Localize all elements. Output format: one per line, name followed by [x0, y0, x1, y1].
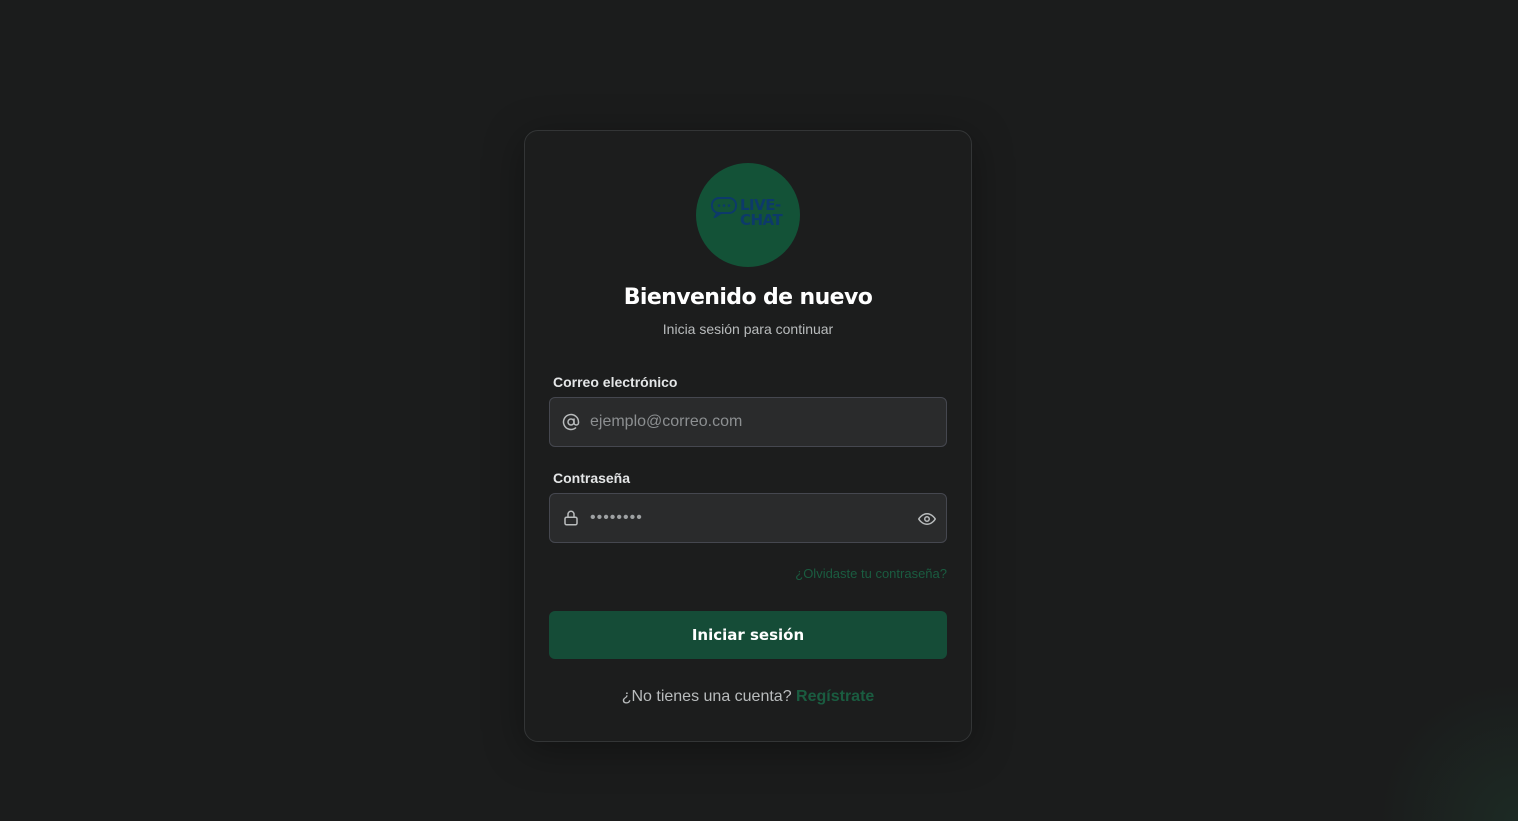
- signup-link[interactable]: Regístrate: [796, 688, 874, 705]
- email-field-wrapper: [549, 397, 947, 447]
- signup-prompt: ¿No tienes una cuenta? Regístrate: [525, 688, 971, 706]
- email-input[interactable]: [590, 398, 910, 446]
- app-logo: LIVE- CHAT: [696, 163, 800, 267]
- login-card: LIVE- CHAT Bienvenido de nuevo Inicia se…: [524, 130, 972, 742]
- chat-bubble-icon: [711, 197, 737, 218]
- password-input[interactable]: [590, 494, 910, 542]
- at-sign-icon: [562, 413, 580, 436]
- signup-prompt-text: ¿No tienes una cuenta?: [621, 688, 792, 705]
- email-label: Correo electrónico: [553, 374, 678, 390]
- page-title: Bienvenido de nuevo: [623, 285, 873, 310]
- page-subtitle: Inicia sesión para continuar: [662, 321, 834, 337]
- eye-icon[interactable]: [918, 510, 936, 533]
- logo-text-line2: CHAT: [740, 211, 783, 229]
- password-field-wrapper: [549, 493, 947, 543]
- password-label: Contraseña: [553, 470, 631, 486]
- lock-icon: [562, 509, 580, 532]
- forgot-password-link[interactable]: ¿Olvidaste tu contraseña?: [795, 566, 947, 581]
- logo-text: LIVE- CHAT: [740, 198, 783, 229]
- login-button[interactable]: Iniciar sesión: [549, 611, 947, 659]
